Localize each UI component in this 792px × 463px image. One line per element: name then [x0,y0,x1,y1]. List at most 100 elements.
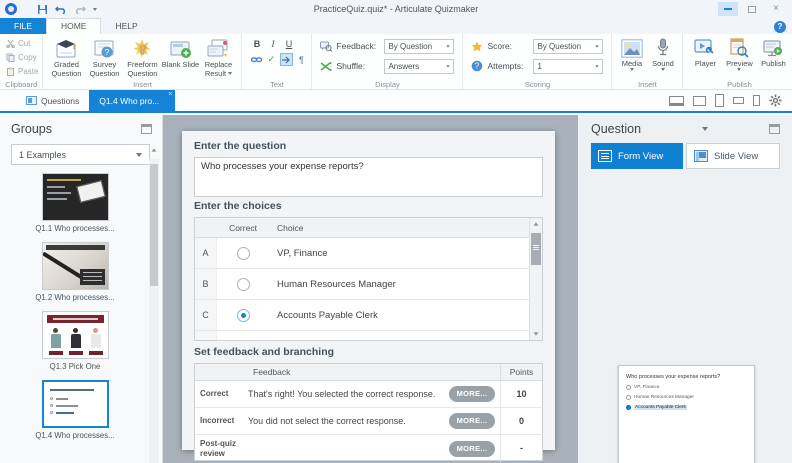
choice-c-text[interactable]: Accounts Payable Clerk [269,310,529,321]
postquiz-points[interactable]: - [500,435,542,462]
tablet-portrait-icon[interactable] [715,94,724,107]
active-tab-label: Q1.4 Who pro... [99,95,160,106]
paragraph-marks-button[interactable]: ¶ [296,53,308,66]
choice-d-placeholder[interactable]: Click to enter a choice [269,341,529,342]
spellcheck-icon: ✓ [267,54,276,64]
choice-letter: C [195,300,217,330]
player-button[interactable]: Player [689,37,721,71]
choice-row-a[interactable]: A VP, Finance [195,238,542,269]
italic-button[interactable]: I [266,37,279,50]
replace-result-button[interactable]: Replace Result [199,37,237,78]
tab-close-icon[interactable]: × [168,91,172,98]
phone-landscape-icon[interactable] [733,97,744,104]
choices-scroll-down-icon[interactable] [533,332,539,336]
underline-button[interactable]: U [282,37,295,50]
feedback-select[interactable]: By Question [384,38,455,54]
choices-scrollbar-thumb[interactable] [531,233,541,265]
blank-slide-button[interactable]: Blank Slide [161,37,199,78]
incorrect-feedback-text[interactable]: You did not select the correct response. [245,416,449,426]
survey-question-icon: ? [94,40,114,58]
cut-button[interactable]: Cut [6,37,38,50]
form-view-button[interactable]: Form View [591,143,683,169]
thumbnail-q1-4-selected[interactable] [41,380,109,428]
choice-b-radio[interactable] [236,277,250,291]
laptop-preview-icon[interactable] [669,95,684,106]
media-button[interactable]: Media [618,37,645,71]
text-direction-button[interactable] [280,53,293,66]
ribbon-group-text: B I U ✓ ¶ Text [242,34,313,89]
publish-button[interactable]: Publish [757,37,789,71]
phone-portrait-icon[interactable] [753,95,760,106]
tab-home[interactable]: HOME [45,18,102,34]
shuffle-select[interactable]: Answers [384,58,455,74]
close-button[interactable]: × [766,2,786,16]
choice-letter: A [195,238,217,268]
scrollbar-thumb[interactable] [150,164,158,286]
choices-scroll-up-icon[interactable] [533,222,539,226]
attempts-select[interactable]: 1 [533,58,604,74]
question-text-input[interactable]: Who processes your expense reports? [194,157,543,197]
choice-b-text[interactable]: Human Resources Manager [269,279,529,290]
groups-panel-title: Groups [11,122,52,136]
paste-button[interactable]: Paste [6,65,38,78]
postquiz-more-button[interactable]: MORE... [449,440,495,457]
app-logo-icon[interactable] [5,3,17,15]
thumbnail-q1-1[interactable] [41,173,109,221]
thumbnail-q1-3[interactable] [41,311,109,359]
undo-icon[interactable] [55,4,67,14]
qat-customize-dropdown-icon[interactable] [93,7,97,11]
score-select[interactable]: By Question [533,38,604,54]
blank-slide-icon [170,41,192,58]
correct-points[interactable]: 10 [500,381,542,407]
save-icon[interactable] [37,4,48,15]
copy-button[interactable]: Copy [6,51,38,64]
correct-more-button[interactable]: MORE... [449,386,495,402]
choice-c-radio-selected[interactable] [236,308,250,322]
minimize-button[interactable] [718,2,738,16]
maximize-button[interactable] [742,2,762,16]
preview-button[interactable]: Preview [723,37,755,71]
freeform-question-button[interactable]: Freeform Question [123,37,161,78]
choices-scrollbar[interactable] [529,218,542,340]
question-panel-collapse-icon[interactable] [769,124,780,134]
redo-icon[interactable] [74,4,86,14]
media-dropdown-icon [629,68,634,71]
scroll-up-icon[interactable] [151,148,157,152]
slide-view-button[interactable]: Slide View [686,143,780,169]
question-panel-dropdown-icon[interactable] [702,127,709,131]
slide-preview-card[interactable]: Who processes your expense reports? VP, … [618,365,755,463]
choice-a-radio[interactable] [236,246,250,260]
tab-q14-active[interactable]: Q1.4 Who pro... × [89,90,176,111]
panel-collapse-icon[interactable] [141,124,152,134]
incorrect-points[interactable]: 0 [500,408,542,434]
preview-icon [730,38,750,58]
freeform-question-icon [133,39,152,58]
thumbnail-q1-2[interactable] [41,242,109,290]
choice-row-d[interactable]: D Click to enter a choice [195,331,542,342]
tab-help[interactable]: HELP [101,18,151,34]
sound-button[interactable]: Sound [649,37,676,71]
groups-panel: Groups 1 Examples Q1.1 Who processes... [0,115,163,463]
tab-file[interactable]: FILE [0,18,46,34]
choice-letter: D [195,331,217,340]
choice-row-b[interactable]: B Human Resources Manager [195,269,542,300]
survey-question-button[interactable]: ? Survey Question [85,37,123,78]
choice-a-text[interactable]: VP, Finance [269,248,529,259]
correct-feedback-text[interactable]: That's right! You selected the correct r… [245,389,449,399]
slide-thumbnail-list: Q1.1 Who processes... Q1.2 Who processes… [0,173,150,463]
gear-icon[interactable] [769,94,782,107]
sound-label: Sound [652,59,674,68]
hyperlink-button[interactable] [250,53,262,66]
graded-question-button[interactable]: Graded Question [47,37,85,78]
tab-questions[interactable]: Questions [16,90,89,111]
incorrect-more-button[interactable]: MORE... [449,413,495,429]
ribbon-group-insert-media: Media Sound Insert [612,34,684,89]
spellcheck-button[interactable]: ✓ [265,53,277,66]
clipboard-group-label: Clipboard [5,80,38,89]
choice-row-c[interactable]: C Accounts Payable Clerk [195,300,542,331]
help-icon[interactable]: ? [774,21,786,33]
bold-button[interactable]: B [250,37,263,50]
tablet-landscape-icon[interactable] [693,95,706,106]
group-select-dropdown[interactable]: 1 Examples [11,144,150,165]
groups-scrollbar[interactable] [149,148,159,463]
